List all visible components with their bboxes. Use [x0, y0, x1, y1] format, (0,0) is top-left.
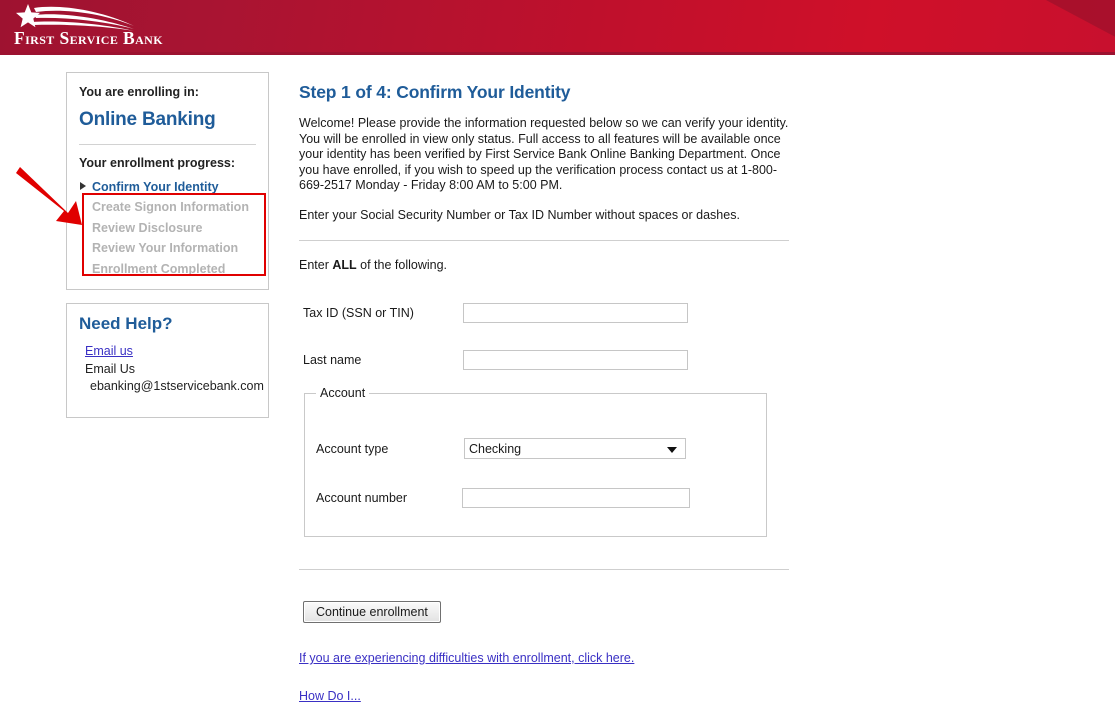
enter-all-prefix: Enter — [299, 258, 333, 272]
account-type-selected-value: Checking — [469, 441, 522, 456]
progress-step-label: Review Disclosure — [92, 220, 203, 235]
header-swoosh-dark — [951, 0, 1115, 55]
progress-heading: Your enrollment progress: — [79, 155, 236, 170]
support-email-address: ebanking@1stservicebank.com — [90, 378, 264, 393]
bank-logo-wordmark: First Service Bank — [14, 28, 163, 48]
tax-id-input[interactable] — [463, 303, 688, 323]
welcome-paragraph: Welcome! Please provide the information … — [299, 116, 789, 193]
progress-step-confirm-identity[interactable]: Confirm Your Identity — [79, 177, 256, 197]
progress-step-review-information: Review Your Information — [79, 238, 256, 258]
site-header-banner: First Service Bank — [0, 0, 1115, 55]
page-title: Step 1 of 4: Confirm Your Identity — [299, 82, 571, 102]
last-name-label: Last name — [303, 353, 362, 367]
tax-id-label: Tax ID (SSN or TIN) — [303, 306, 414, 320]
need-help-panel: Need Help? Email us Email Us ebanking@1s… — [66, 303, 269, 418]
progress-step-label: Create Signon Information — [92, 200, 249, 215]
last-name-field-row: Last name — [303, 350, 688, 370]
enter-all-instruction: Enter ALL of the following. — [299, 258, 447, 272]
bank-logo[interactable]: First Service Bank — [8, 2, 163, 50]
enter-all-emphasis: ALL — [332, 258, 357, 272]
chevron-down-icon — [667, 447, 677, 453]
continue-enrollment-button[interactable]: Continue enrollment — [303, 601, 441, 623]
account-section: Account — [304, 386, 767, 537]
enrollment-progress-panel: You are enrolling in: Online Banking You… — [66, 72, 269, 290]
enrollment-difficulties-link[interactable]: If you are experiencing difficulties wit… — [299, 651, 634, 665]
enrolling-in-label: You are enrolling in: — [79, 85, 199, 99]
section-divider-bottom — [299, 569, 789, 570]
progress-step-label: Enrollment Completed — [92, 261, 226, 276]
account-number-field-row: Account number — [316, 488, 690, 508]
ssn-instruction-text: Enter your Social Security Number or Tax… — [299, 207, 740, 222]
progress-step-enrollment-completed: Enrollment Completed — [79, 259, 256, 279]
need-help-title: Need Help? — [79, 314, 173, 333]
email-us-link[interactable]: Email us — [85, 344, 133, 358]
triangle-right-icon — [80, 181, 86, 190]
enter-all-suffix: of the following. — [356, 258, 448, 272]
progress-step-label: Review Your Information — [92, 241, 239, 256]
tax-id-field-row: Tax ID (SSN or TIN) — [303, 303, 688, 323]
panel-divider — [79, 143, 256, 145]
account-type-label: Account type — [316, 441, 389, 456]
account-number-label: Account number — [316, 491, 408, 505]
account-type-field-row: Account type Checking — [316, 438, 686, 459]
how-do-i-link[interactable]: How Do I... — [299, 689, 361, 703]
progress-step-list: Confirm Your Identity Create Signon Info… — [79, 177, 256, 279]
enrollment-product-title: Online Banking — [79, 109, 216, 130]
main-content: Step 1 of 4: Confirm Your Identity Welco… — [299, 82, 791, 224]
account-number-input[interactable] — [462, 488, 690, 508]
account-type-select[interactable]: Checking — [464, 438, 686, 459]
progress-step-label: Confirm Your Identity — [92, 179, 219, 194]
section-divider-top — [299, 240, 789, 241]
header-bottom-edge — [0, 52, 1115, 55]
progress-step-create-signon: Create Signon Information — [79, 197, 256, 217]
progress-step-review-disclosure: Review Disclosure — [79, 218, 256, 238]
last-name-input[interactable] — [463, 350, 688, 370]
email-us-label: Email Us — [85, 361, 136, 376]
account-section-legend: Account — [320, 386, 366, 400]
